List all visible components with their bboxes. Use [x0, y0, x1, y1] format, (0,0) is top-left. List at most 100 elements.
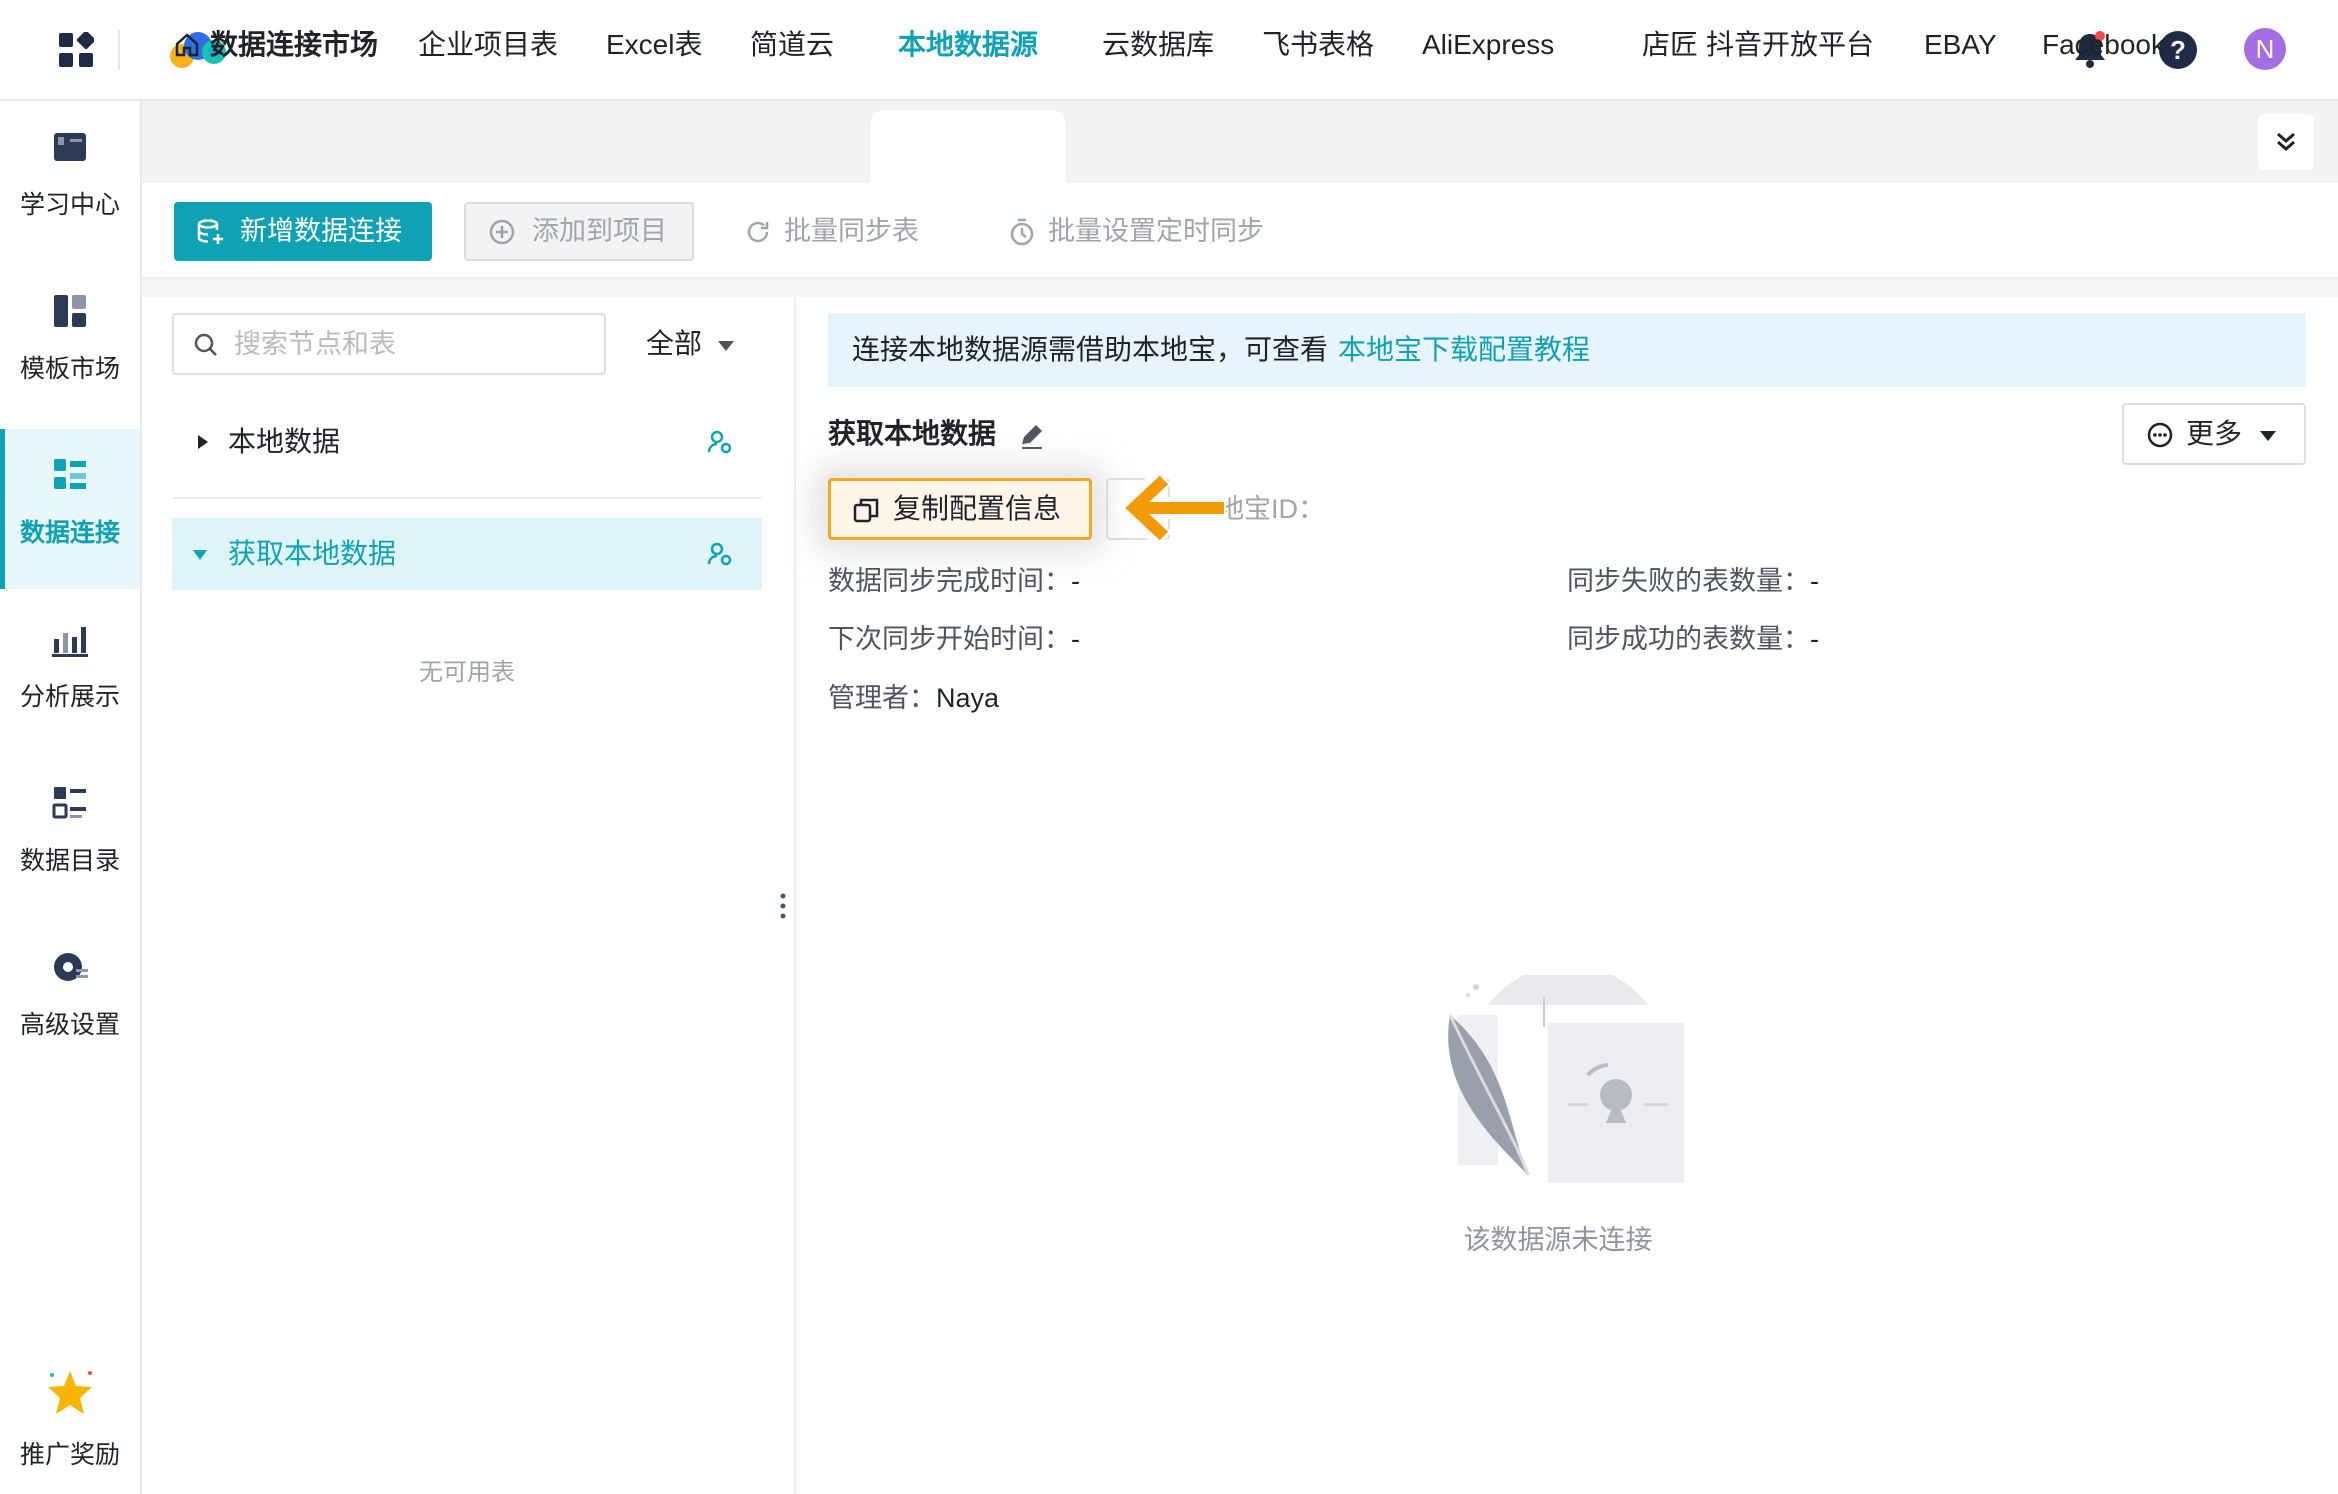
copy-config-label: 复制配置信息	[893, 493, 1062, 524]
fail-label: 同步失败的表数量：	[1567, 566, 1810, 596]
add-connection-label: 新增数据连接	[240, 216, 402, 246]
copy-config-button[interactable]: 复制配置信息	[828, 478, 1092, 540]
tab-facebook[interactable]: Facebook	[2042, 22, 2165, 68]
topbar-divider	[118, 30, 120, 70]
sidebar-item-label: 学习中心	[19, 191, 120, 219]
chart-icon	[52, 627, 88, 657]
add-connection-button[interactable]: 新增数据连接	[174, 202, 432, 261]
source-tabs-bar	[142, 101, 2338, 183]
sidebar-item-settings[interactable]: 高级设置	[0, 921, 140, 1081]
caret-down-icon	[718, 340, 735, 351]
success-label: 同步成功的表数量：	[1567, 624, 1810, 654]
tab-enterprise-sheet[interactable]: 企业项目表	[418, 22, 558, 68]
user-permission-icon[interactable]	[706, 428, 734, 456]
search-icon	[194, 333, 217, 356]
batch-sync-label: 批量同步表	[784, 216, 919, 246]
admin-value: Naya	[936, 683, 1000, 713]
datasource-title: 获取本地数据	[828, 418, 997, 449]
tutorial-link[interactable]: 本地宝下载配置教程	[1338, 334, 1590, 365]
tree-node-get-local-data[interactable]: 获取本地数据	[172, 518, 762, 590]
filter-dropdown[interactable]: 全部	[646, 322, 735, 366]
sidebar-item-catalog[interactable]: 数据目录	[0, 757, 140, 917]
caret-right-icon[interactable]	[196, 434, 210, 450]
user-permission-icon[interactable]	[706, 540, 734, 568]
not-connected-text: 该数据源未连接	[1463, 1225, 1653, 1255]
next-sync-value: -	[1071, 624, 1080, 654]
refresh-icon	[747, 221, 769, 243]
sync-done-time: 数据同步完成时间：-	[828, 561, 1080, 601]
data-connect-icon	[54, 459, 86, 489]
success-value: -	[1810, 624, 1819, 654]
tab-dianjiang[interactable]: 店匠	[1642, 22, 1698, 68]
sidebar-item-data-connect[interactable]: 数据连接	[0, 429, 140, 589]
sidebar-item-learning[interactable]: 学习中心	[0, 101, 140, 261]
more-label: 更多	[2186, 418, 2243, 449]
timer-icon	[1010, 218, 1034, 246]
tab-cloud-database[interactable]: 云数据库	[1102, 22, 1214, 68]
tab-douyin[interactable]: 抖音开放平台	[1706, 22, 1874, 68]
add-to-project-button[interactable]: 添加到项目	[464, 202, 694, 261]
apps-grid-icon[interactable]	[58, 32, 94, 68]
tree-node-local-data[interactable]: 本地数据	[172, 406, 762, 478]
tab-excel[interactable]: Excel表	[606, 22, 702, 68]
caret-down-icon	[2260, 430, 2277, 441]
tab-jiandaoyun[interactable]: 简道云	[750, 22, 834, 68]
tab-feishu-sheet[interactable]: 飞书表格	[1262, 22, 1374, 68]
sidebar-item-label: 数据目录	[19, 847, 120, 875]
batch-schedule-button[interactable]: 批量设置定时同步	[1008, 202, 1264, 261]
database-add-icon	[197, 219, 223, 244]
sidebar-item-promo[interactable]: 推广奖励	[0, 1347, 140, 1493]
sync-done-label: 数据同步完成时间：	[828, 566, 1071, 596]
not-connected-illustration	[1448, 975, 1684, 1183]
tab-home[interactable]: 数据连接市场	[174, 22, 378, 68]
tab-aliexpress[interactable]: AliExpress	[1422, 22, 1554, 68]
notice-text: 连接本地数据源需借助本地宝，可查看	[852, 334, 1329, 365]
book-icon	[54, 133, 86, 161]
home-icon	[175, 33, 199, 57]
resize-handle-icon[interactable]	[780, 892, 786, 920]
more-button[interactable]: 更多	[2122, 403, 2306, 465]
caret-down-icon[interactable]	[192, 548, 208, 562]
batch-schedule-label: 批量设置定时同步	[1048, 216, 1264, 246]
fail-value: -	[1810, 566, 1819, 596]
sidebar: 学习中心 模板市场 数据连接 分析展示 数据目录 高级设置 推广奖励	[0, 101, 142, 1494]
tabs-expand-button[interactable]	[2258, 114, 2314, 170]
notice-banner: 连接本地数据源需借助本地宝，可查看 本地宝下载配置教程	[828, 313, 2306, 387]
no-tables-text: 无可用表	[419, 659, 515, 686]
user-avatar[interactable]: N	[2244, 28, 2286, 70]
ellipsis-circle-icon	[2147, 422, 2173, 448]
next-sync-time: 下次同步开始时间：-	[828, 619, 1080, 659]
star-icon	[48, 1371, 92, 1414]
add-to-project-label: 添加到项目	[532, 216, 667, 246]
plus-circle-icon	[489, 219, 515, 245]
tree-node-label: 本地数据	[228, 426, 341, 457]
batch-sync-button[interactable]: 批量同步表	[744, 202, 919, 261]
sidebar-item-analysis[interactable]: 分析展示	[0, 593, 140, 753]
right-panel	[796, 297, 2338, 1494]
success-table-count: 同步成功的表数量：-	[1567, 619, 1819, 659]
sync-done-value: -	[1071, 566, 1080, 596]
sidebar-item-label: 模板市场	[19, 355, 120, 383]
failed-table-count: 同步失败的表数量：-	[1567, 561, 1819, 601]
svg-text:?: ?	[2170, 35, 2186, 65]
administrator: 管理者：Naya	[828, 678, 999, 718]
template-icon	[54, 295, 86, 327]
tab-local-datasource[interactable]: 本地数据源	[898, 22, 1038, 68]
sidebar-item-label: 推广奖励	[19, 1441, 120, 1469]
catalog-icon	[52, 787, 86, 819]
admin-label: 管理者：	[828, 683, 936, 713]
sidebar-item-templates[interactable]: 模板市场	[0, 265, 140, 425]
filter-value: 全部	[646, 328, 703, 359]
next-sync-label: 下次同步开始时间：	[828, 624, 1071, 654]
tab-ebay[interactable]: EBAY	[1924, 22, 1997, 68]
double-chevron-down-icon	[2277, 132, 2295, 151]
edit-icon[interactable]	[1018, 422, 1046, 450]
tab-home-label: 数据连接市场	[210, 29, 379, 60]
copy-icon	[853, 498, 879, 523]
search-input[interactable]	[234, 323, 594, 365]
arrow-pointer-icon	[1113, 467, 1226, 549]
search-box[interactable]	[172, 313, 606, 375]
sidebar-item-label: 高级设置	[19, 1011, 120, 1039]
tree-divider	[172, 497, 762, 499]
sidebar-item-label: 分析展示	[19, 683, 120, 711]
